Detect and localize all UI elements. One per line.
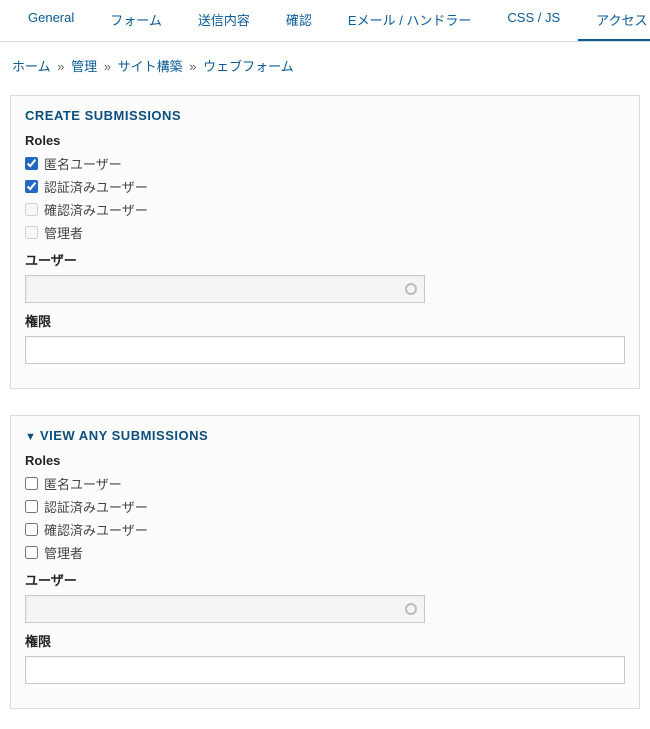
tab-form[interactable]: フォーム bbox=[92, 0, 180, 41]
role-label: 認証済みユーザー bbox=[44, 497, 148, 516]
primary-tabs: General フォーム 送信内容 確認 Eメール / ハンドラー CSS / … bbox=[0, 0, 650, 42]
breadcrumb-home[interactable]: ホーム bbox=[12, 59, 51, 74]
user-input-wrap bbox=[25, 275, 425, 303]
tab-general[interactable]: General bbox=[10, 0, 92, 41]
role-label: 確認済みユーザー bbox=[44, 520, 148, 539]
tab-access[interactable]: アクセス bbox=[578, 0, 650, 41]
role-row-administrator[interactable]: 管理者 bbox=[25, 543, 625, 562]
tab-email-handlers[interactable]: Eメール / ハンドラー bbox=[330, 0, 490, 41]
permission-label-view: 権限 bbox=[25, 631, 625, 650]
user-input-wrap bbox=[25, 595, 425, 623]
role-row-anonymous[interactable]: 匿名ユーザー bbox=[25, 474, 625, 493]
role-checkbox-administrator bbox=[25, 226, 38, 239]
user-label-create: ユーザー bbox=[25, 250, 625, 269]
panel-view-any-submissions: VIEW ANY SUBMISSIONS Roles 匿名ユーザー 認証済みユー… bbox=[10, 415, 640, 709]
breadcrumb-sep: » bbox=[57, 59, 64, 74]
breadcrumb: ホーム » 管理 » サイト構築 » ウェブフォーム bbox=[0, 42, 650, 87]
breadcrumb-sep: » bbox=[189, 59, 196, 74]
role-label: 管理者 bbox=[44, 543, 83, 562]
panel-title-create: CREATE SUBMISSIONS bbox=[25, 108, 625, 123]
tab-confirmation[interactable]: 確認 bbox=[268, 0, 330, 41]
autocomplete-throbber-icon bbox=[405, 603, 417, 615]
role-label: 匿名ユーザー bbox=[44, 154, 122, 173]
role-row-verified: 確認済みユーザー bbox=[25, 200, 625, 219]
role-checkbox-verified[interactable] bbox=[25, 523, 38, 536]
permission-input-view[interactable] bbox=[25, 656, 625, 684]
roles-label-view: Roles bbox=[25, 453, 625, 468]
user-input-view[interactable] bbox=[25, 595, 425, 623]
panel-create-submissions: CREATE SUBMISSIONS Roles 匿名ユーザー 認証済みユーザー… bbox=[10, 95, 640, 389]
role-label: 確認済みユーザー bbox=[44, 200, 148, 219]
tab-submissions[interactable]: 送信内容 bbox=[180, 0, 268, 41]
breadcrumb-structure[interactable]: サイト構築 bbox=[118, 59, 183, 74]
user-label-view: ユーザー bbox=[25, 570, 625, 589]
autocomplete-throbber-icon bbox=[405, 283, 417, 295]
role-label: 管理者 bbox=[44, 223, 83, 242]
role-label: 匿名ユーザー bbox=[44, 474, 122, 493]
roles-label-create: Roles bbox=[25, 133, 625, 148]
role-row-anonymous[interactable]: 匿名ユーザー bbox=[25, 154, 625, 173]
user-input-create[interactable] bbox=[25, 275, 425, 303]
role-checkbox-authenticated[interactable] bbox=[25, 180, 38, 193]
role-checkbox-anonymous[interactable] bbox=[25, 477, 38, 490]
role-checkbox-verified bbox=[25, 203, 38, 216]
role-row-administrator: 管理者 bbox=[25, 223, 625, 242]
panel-title-view[interactable]: VIEW ANY SUBMISSIONS bbox=[25, 428, 625, 443]
permission-input-create[interactable] bbox=[25, 336, 625, 364]
tab-css-js[interactable]: CSS / JS bbox=[489, 0, 578, 41]
role-row-authenticated[interactable]: 認証済みユーザー bbox=[25, 177, 625, 196]
role-checkbox-authenticated[interactable] bbox=[25, 500, 38, 513]
role-row-verified[interactable]: 確認済みユーザー bbox=[25, 520, 625, 539]
breadcrumb-webform[interactable]: ウェブフォーム bbox=[203, 59, 294, 74]
breadcrumb-admin[interactable]: 管理 bbox=[71, 59, 97, 74]
permission-input-wrap bbox=[25, 336, 625, 364]
role-checkbox-administrator[interactable] bbox=[25, 546, 38, 559]
role-checkbox-anonymous[interactable] bbox=[25, 157, 38, 170]
role-row-authenticated[interactable]: 認証済みユーザー bbox=[25, 497, 625, 516]
role-label: 認証済みユーザー bbox=[44, 177, 148, 196]
permission-label-create: 権限 bbox=[25, 311, 625, 330]
breadcrumb-sep: » bbox=[104, 59, 111, 74]
permission-input-wrap bbox=[25, 656, 625, 684]
